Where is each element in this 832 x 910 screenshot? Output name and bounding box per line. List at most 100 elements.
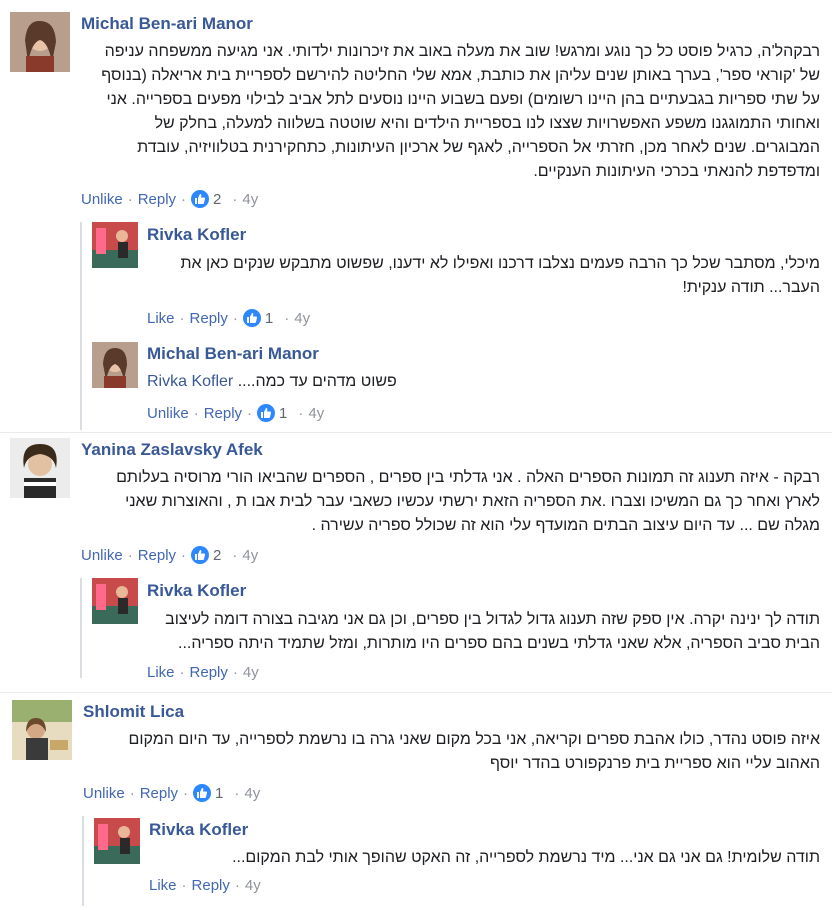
reply-link[interactable]: Reply [140, 785, 178, 802]
comment-line: תודה לך ינינה יקרה. אין ספק שזה תענוג גד… [165, 611, 820, 628]
reply-link[interactable]: Reply [138, 547, 176, 564]
comment-line: רבקה - איזה תענוג זה תמונות הספרים האלה … [116, 469, 820, 486]
separator: · [127, 190, 133, 208]
separator: · [232, 546, 238, 564]
reaction-count[interactable]: 1 [279, 405, 287, 422]
commenter-name[interactable]: Rivka Kofler [147, 225, 246, 245]
separator: · [234, 877, 240, 894]
comment-line: המבוגרים. שנים לאחר מכן, חזרתי אל הספריי… [137, 139, 820, 156]
reply-link[interactable]: Reply [192, 877, 230, 894]
commenter-name[interactable]: Yanina Zaslavsky Afek [81, 440, 263, 460]
avatar[interactable] [12, 700, 72, 760]
thread-line [80, 578, 82, 678]
thumbs-up-icon[interactable] [193, 784, 212, 802]
timestamp[interactable]: 4y [308, 405, 324, 422]
commenter-name[interactable]: Michal Ben-ari Manor [81, 14, 253, 34]
separator: · [127, 546, 133, 564]
comment-text: איזה פוסט נהדר, כולו אהבת ספרים וקריאה, … [80, 728, 820, 776]
unlike-link[interactable]: Unlike [147, 405, 189, 422]
separator: · [129, 784, 135, 802]
avatar[interactable] [92, 342, 138, 388]
thumbs-up-icon[interactable] [191, 546, 210, 564]
reply-link[interactable]: Reply [204, 405, 242, 422]
avatar[interactable] [94, 818, 140, 864]
comment-actions: Like · Reply · 4y [147, 664, 259, 681]
comment-line: לארץ ואחר כך גם המשיכו וצברו .את הספריה … [125, 493, 820, 510]
unlike-link[interactable]: Unlike [81, 547, 123, 564]
reaction-count[interactable]: 1 [265, 310, 273, 327]
comment-line: הבית סביב הספריה, אלא שאני גדלתי בשנים ב… [178, 635, 820, 652]
timestamp[interactable]: 4y [242, 191, 258, 208]
separator: · [232, 190, 238, 208]
reaction-count[interactable]: 2 [213, 191, 221, 208]
thread-line [82, 816, 84, 906]
timestamp[interactable]: 4y [294, 310, 310, 327]
separator: · [193, 404, 199, 422]
comment-line: ומדפדפת להנאתי בכרכי העיתונות הענקיים. [533, 163, 820, 180]
comment-text: מיכלי, מסתבר שכל כך הרבה פעמים נצלבו דרכ… [150, 252, 820, 300]
separator: · [234, 784, 240, 802]
comment-actions: Unlike · Reply · 2 · 4y [81, 190, 258, 208]
comment-text: רבקה - איזה תענוג זה תמונות הספרים האלה … [80, 466, 820, 538]
unlike-link[interactable]: Unlike [81, 191, 123, 208]
commenter-name[interactable]: Shlomit Lica [83, 702, 184, 722]
separator: · [179, 309, 185, 327]
comment-line: העבר... תודה ענקית! [682, 279, 820, 296]
comment-line: רבקהל'ה, כרגיל פוסט כל כך נוגע ומרגש! שו… [104, 43, 820, 60]
timestamp[interactable]: 4y [245, 877, 261, 894]
like-link[interactable]: Like [149, 877, 177, 894]
commenter-name[interactable]: Michal Ben-ari Manor [147, 344, 319, 364]
mention-link[interactable]: Rivka Kofler [147, 373, 233, 390]
comment-text: תודה שלומית! גם אני גם אני... מיד נרשמת … [152, 846, 820, 870]
reply-link[interactable]: Reply [190, 310, 228, 327]
timestamp[interactable]: 4y [243, 664, 259, 681]
reply-link[interactable]: Reply [190, 664, 228, 681]
separator: · [181, 190, 187, 208]
comment-line: האהוב עליי הוא ספריית בית פרנקפורט בהדר … [489, 755, 820, 772]
comment-actions: Like · Reply · 4y [149, 877, 261, 894]
timestamp[interactable]: 4y [244, 785, 260, 802]
reply-link[interactable]: Reply [138, 191, 176, 208]
reaction-count[interactable]: 1 [215, 785, 223, 802]
separator: · [181, 877, 187, 894]
avatar[interactable] [92, 222, 138, 268]
commenter-name[interactable]: Rivka Kofler [147, 581, 246, 601]
comment-actions: Unlike · Reply · 1 · 4y [83, 784, 260, 802]
separator: · [232, 664, 238, 681]
avatar[interactable] [10, 438, 70, 498]
comment-line: תודה שלומית! גם אני גם אני... מיד נרשמת … [232, 849, 820, 866]
comment-actions: Unlike · Reply · 2 · 4y [81, 546, 258, 564]
comment-line: פשוט מדהים עד כמה.... [237, 373, 397, 390]
avatar[interactable] [10, 12, 70, 72]
like-link[interactable]: Like [147, 310, 175, 327]
separator: · [284, 309, 290, 327]
separator: · [183, 784, 189, 802]
separator: · [232, 309, 238, 327]
unlike-link[interactable]: Unlike [83, 785, 125, 802]
separator: · [247, 404, 253, 422]
comment-actions: Like · Reply · 1 · 4y [147, 309, 310, 327]
divider [0, 432, 832, 433]
comment-line: איזה פוסט נהדר, כולו אהבת ספרים וקריאה, … [128, 731, 820, 748]
separator: · [298, 404, 304, 422]
reaction-count[interactable]: 2 [213, 547, 221, 564]
comment-actions: Unlike · Reply · 1 · 4y [147, 404, 324, 422]
avatar[interactable] [92, 578, 138, 624]
thumbs-up-icon[interactable] [191, 190, 210, 208]
comment-line: ואחותי התמוגגנו משפע האפשרויות שצצו לנו … [154, 115, 820, 132]
thumbs-up-icon[interactable] [242, 309, 261, 327]
timestamp[interactable]: 4y [242, 547, 258, 564]
separator: · [181, 546, 187, 564]
comment-text: תודה לך ינינה יקרה. אין ספק שזה תענוג גד… [150, 608, 820, 656]
thumbs-up-icon[interactable] [257, 404, 276, 422]
comment-line: מיכלי, מסתבר שכל כך הרבה פעמים נצלבו דרכ… [180, 255, 820, 272]
divider [0, 692, 832, 693]
thread-line [80, 222, 82, 430]
commenter-name[interactable]: Rivka Kofler [149, 820, 248, 840]
comment-text: Rivka Kofler פשוט מדהים עד כמה.... [147, 370, 427, 394]
comment-line: על שתי ספריות בגבעתיים בהן היינו רשומים)… [106, 91, 821, 108]
separator: · [179, 664, 185, 681]
comment-line: מגלה שם ... עד היום עיצוב הבתים המועדף ע… [311, 517, 820, 534]
comment-text: רבקהל'ה, כרגיל פוסט כל כך נוגע ומרגש! שו… [80, 40, 820, 184]
like-link[interactable]: Like [147, 664, 175, 681]
